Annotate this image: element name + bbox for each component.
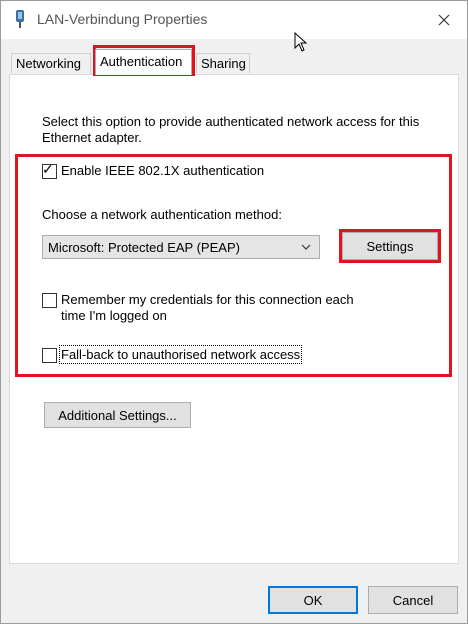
enable-8021x-option[interactable]: ✓ Enable IEEE 802.1X authentication — [42, 161, 265, 179]
additional-settings-label: Additional Settings... — [58, 407, 177, 423]
fallback-label: Fall-back to unauthorised network access — [58, 345, 303, 364]
additional-settings-button[interactable]: Additional Settings... — [44, 402, 191, 428]
auth-description: Select this option to provide authentica… — [42, 114, 420, 145]
chevron-down-icon — [301, 244, 311, 250]
fallback-option[interactable]: Fall-back to unauthorised network access — [42, 345, 303, 364]
fallback-checkbox[interactable] — [42, 348, 57, 363]
auth-method-label: Choose a network authentication method: — [42, 207, 282, 222]
remember-credentials-label: Remember my credentials for this connect… — [61, 292, 354, 323]
ok-button[interactable]: OK — [268, 586, 358, 614]
title-bar: LAN-Verbindung Properties — [1, 1, 467, 39]
window-title: LAN-Verbindung Properties — [37, 11, 208, 27]
tab-bar: Networking Authentication Sharing — [1, 49, 467, 75]
tab-networking[interactable]: Networking — [11, 53, 91, 73]
network-adapter-icon — [16, 10, 24, 28]
close-button[interactable] — [421, 1, 467, 39]
auth-method-select[interactable]: Microsoft: Protected EAP (PEAP) — [42, 235, 320, 259]
cancel-button[interactable]: Cancel — [368, 586, 458, 614]
enable-8021x-label: Enable IEEE 802.1X authentication — [61, 163, 265, 178]
remember-credentials-option[interactable]: Remember my credentials for this connect… — [42, 292, 372, 324]
enable-8021x-checkbox[interactable]: ✓ — [42, 161, 57, 179]
properties-dialog: LAN-Verbindung Properties Networking Aut… — [0, 0, 468, 624]
auth-method-value: Microsoft: Protected EAP (PEAP) — [48, 239, 240, 255]
tab-authentication[interactable]: Authentication — [95, 49, 192, 75]
remember-credentials-checkbox[interactable] — [42, 293, 57, 308]
tab-sharing[interactable]: Sharing — [196, 53, 250, 73]
cancel-label: Cancel — [392, 592, 434, 608]
checkmark-icon: ✓ — [42, 161, 54, 177]
settings-button-label: Settings — [366, 238, 414, 254]
settings-button[interactable]: Settings — [342, 232, 438, 260]
ok-label: OK — [303, 592, 323, 608]
close-icon — [438, 14, 450, 26]
